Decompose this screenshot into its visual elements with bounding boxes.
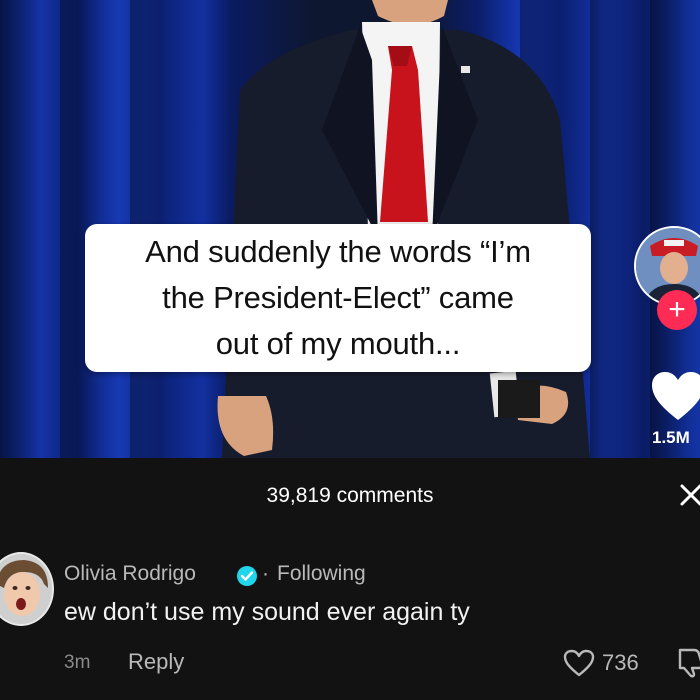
following-label: Following	[277, 562, 366, 585]
heart-outline-icon[interactable]	[562, 648, 596, 678]
caption-text: And suddenly the words “I’m the Presiden…	[145, 234, 531, 361]
video-caption: And suddenly the words “I’m the Presiden…	[85, 224, 591, 372]
comment-timestamp: 3m	[64, 652, 91, 673]
heart-icon[interactable]	[650, 370, 700, 422]
separator-dot: ·	[262, 562, 269, 585]
follow-plus-icon[interactable]: +	[657, 290, 697, 330]
like-count: 1.5M	[652, 428, 690, 447]
commenter-avatar-image	[0, 554, 52, 624]
verified-badge-icon	[237, 566, 257, 586]
close-icon[interactable]	[676, 480, 700, 510]
commenter-username[interactable]: Olivia Rodrigo	[64, 562, 196, 586]
video-player[interactable]: And suddenly the words “I’m the Presiden…	[0, 0, 700, 458]
comment-text: ew don’t use my sound ever again ty	[64, 598, 470, 626]
comment-like-count: 736	[602, 650, 639, 675]
dislike-icon[interactable]	[676, 646, 700, 678]
reply-button[interactable]: Reply	[128, 649, 184, 675]
comments-count-title: 39,819 comments	[266, 484, 434, 507]
